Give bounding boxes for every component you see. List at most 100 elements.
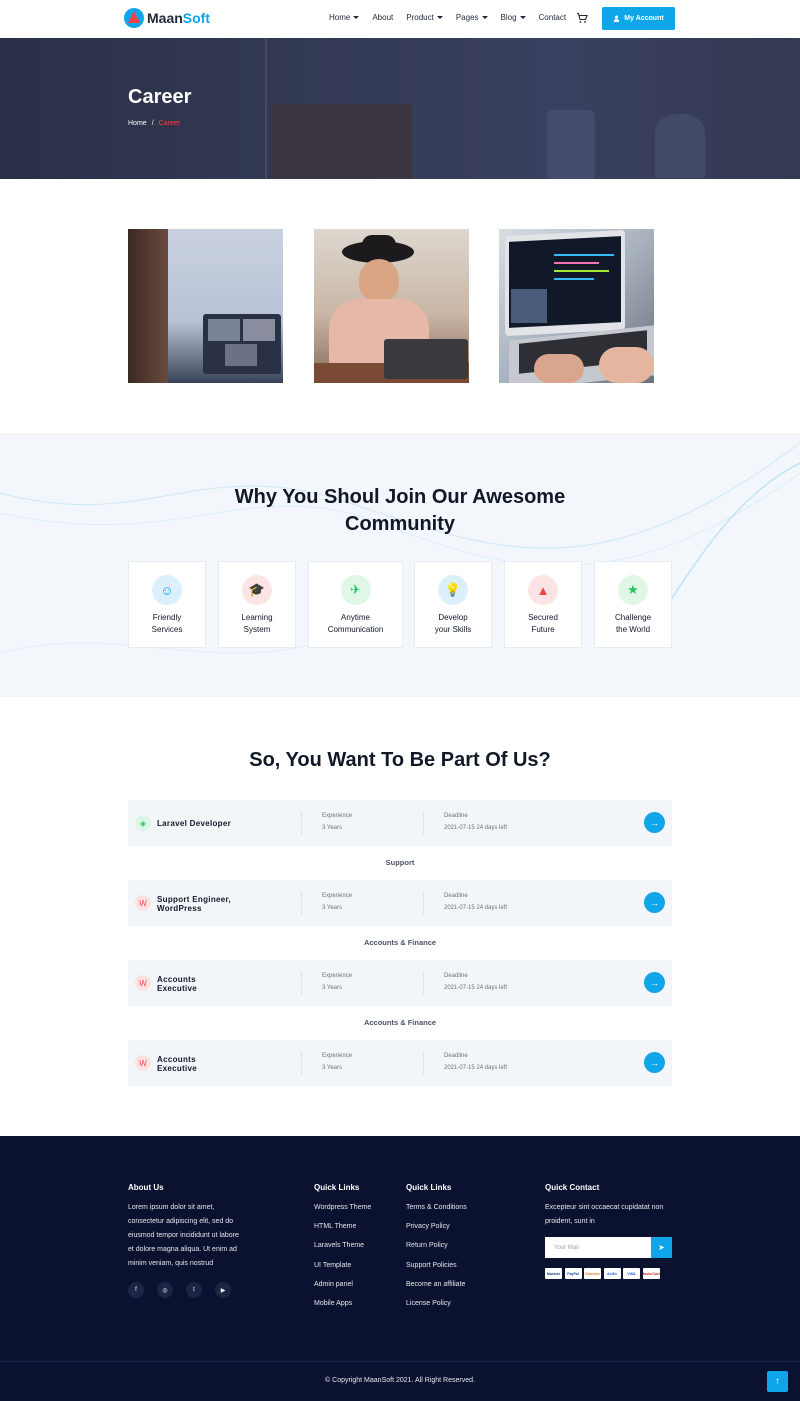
community-title-line1: Why You Shoul Join Our Awesome [234,486,566,508]
job-title-line2: WordPress [157,904,202,913]
feature-label-line2: your Skills [434,625,472,634]
experience-label: Experience [322,973,353,979]
newsletter-send-button[interactable]: ➤ [651,1237,672,1258]
growth-chart-icon: ▲ [528,575,558,605]
wordpress-icon: W [135,895,151,911]
footer-link[interactable]: Mobile Apps [314,1300,352,1307]
payment-paypal-icon: PayPal [564,1268,582,1279]
job-title: Accounts Executive [157,1055,197,1073]
job-title-line2: Executive [157,1064,198,1073]
footer-links1-title: Quick Links [314,1183,360,1192]
footer-link[interactable]: Privacy Policy [406,1223,450,1230]
footer-link[interactable]: Terms & Conditions [406,1204,467,1211]
footer-link[interactable]: Admin panel [314,1281,353,1288]
nav-item-label: Product [406,13,434,22]
job-title-line2: Executive [157,984,198,993]
page-title: Career [128,86,192,108]
contact-text-line: proident, sunt in [545,1218,595,1225]
nav-item-about[interactable]: About [372,13,393,22]
divider [423,891,424,915]
deadline-label: Deadline [444,813,468,819]
job-apply-button[interactable]: → [644,1052,665,1073]
job-title: Laravel Developer [157,819,231,828]
feature-label: Friendly Services [129,612,205,636]
stairs-star-icon: ★ [618,575,648,605]
about-text-line: et dolore magna aliqua. Ut enim ad [128,1246,237,1253]
facebook-icon[interactable]: f [128,1282,144,1298]
copyright-text: © Copyright MaanSoft 2021. All Right Res… [325,1377,475,1384]
feature-label-line2: Services [151,625,183,634]
nav-item-label: About [372,13,394,22]
footer-link[interactable]: Return Policy [406,1242,448,1249]
banner-decor [265,38,267,179]
payment-label: AmEx [607,1271,617,1276]
job-apply-button[interactable]: → [644,812,665,833]
footer-link[interactable]: UI Template [314,1262,351,1269]
page: Maan Soft Home About Product Pages Blog Conta… [0,0,800,1401]
experience-value: 3 Years [322,985,343,991]
feature-label-line1: Secured [528,613,558,622]
job-row[interactable]: W Accounts Executive Experience 3 Years Deadl… [128,1040,672,1086]
job-apply-button[interactable]: → [644,972,665,993]
feature-card: ☺ Friendly Services [128,561,206,648]
job-title: Accounts Executive [157,975,197,993]
nav-item-blog[interactable]: Blog [501,13,526,22]
nav-item-pages[interactable]: Pages [456,13,488,22]
youtube-icon[interactable]: ▶ [215,1282,231,1298]
banner-decor [655,114,705,178]
job-title-line1: Support Engineer, [157,895,231,904]
my-account-button[interactable]: My Account [602,7,675,30]
divider [301,811,302,835]
logo-text-primary: Maan [147,10,183,26]
paper-plane-icon: ✈ [340,575,371,605]
arrow-up-icon: ↑ [775,1376,780,1387]
nav-item-product[interactable]: Product [406,13,443,22]
nav-item-label: Contact [538,13,567,22]
job-row[interactable]: ◈ Laravel Developer Experience 3 Years Deadl… [128,800,672,846]
newsletter-email-input[interactable]: Your Mail [545,1237,651,1258]
instagram-icon[interactable]: ◎ [157,1282,173,1298]
payment-label: PayPal [567,1271,579,1276]
footer-link[interactable]: Support Policies [406,1262,457,1269]
user-icon [613,15,620,22]
feature-label-line2: Communication [327,625,384,634]
about-text-line: Lorem ipsum dolor sit amet, [128,1204,215,1211]
divider [423,1051,424,1075]
breadcrumb-separator: / [151,120,154,127]
footer-link[interactable]: Become an affiliate [406,1281,465,1288]
feature-label: Anytime Communication [309,612,402,636]
job-category-heading: Support [385,858,415,867]
divider [423,971,424,995]
breadcrumb: Home / Career [128,120,180,127]
feature-card: 🎓 Learning System [218,561,296,648]
divider [301,971,302,995]
experience-label: Experience [322,813,353,819]
payment-label: MasterCard [642,1271,660,1276]
scroll-to-top-button[interactable]: ↑ [767,1371,788,1392]
job-title: Support Engineer, WordPress [157,895,231,913]
footer-link[interactable]: HTML Theme [314,1223,356,1230]
footer-link[interactable]: Wordpress Theme [314,1204,371,1211]
experience-label: Experience [322,1053,353,1059]
arrow-right-icon: → [650,977,659,988]
footer-link[interactable]: Laravels Theme [314,1242,364,1249]
job-title-line1: Accounts [157,975,196,984]
nav-item-contact[interactable]: Contact [539,13,567,22]
footer-link[interactable]: License Policy [406,1300,451,1307]
feature-label-line1: Friendly [152,613,182,622]
about-text-line: minim veniam, quis nostrud [128,1260,214,1267]
feature-label-line1: Challenge [614,613,652,622]
twitter-icon[interactable]: t [186,1282,202,1298]
payment-maestro-icon: Maestro [545,1268,562,1279]
nav-item-label: Home [329,13,351,22]
job-apply-button[interactable]: → [644,892,665,913]
cart-icon[interactable] [576,12,588,24]
logo[interactable]: Maan Soft [124,8,210,28]
breadcrumb-home[interactable]: Home [128,120,147,127]
feature-label-line1: Anytime [341,613,370,622]
job-row[interactable]: W Accounts Executive Experience 3 Years Deadl… [128,960,672,1006]
nav-item-home[interactable]: Home [329,13,360,22]
page-banner: Career Home / Career [0,38,800,179]
jobs-title: So, You Want To Be Part Of Us? [249,749,551,771]
job-row[interactable]: W Support Engineer, WordPress Experience 3 Y… [128,880,672,926]
